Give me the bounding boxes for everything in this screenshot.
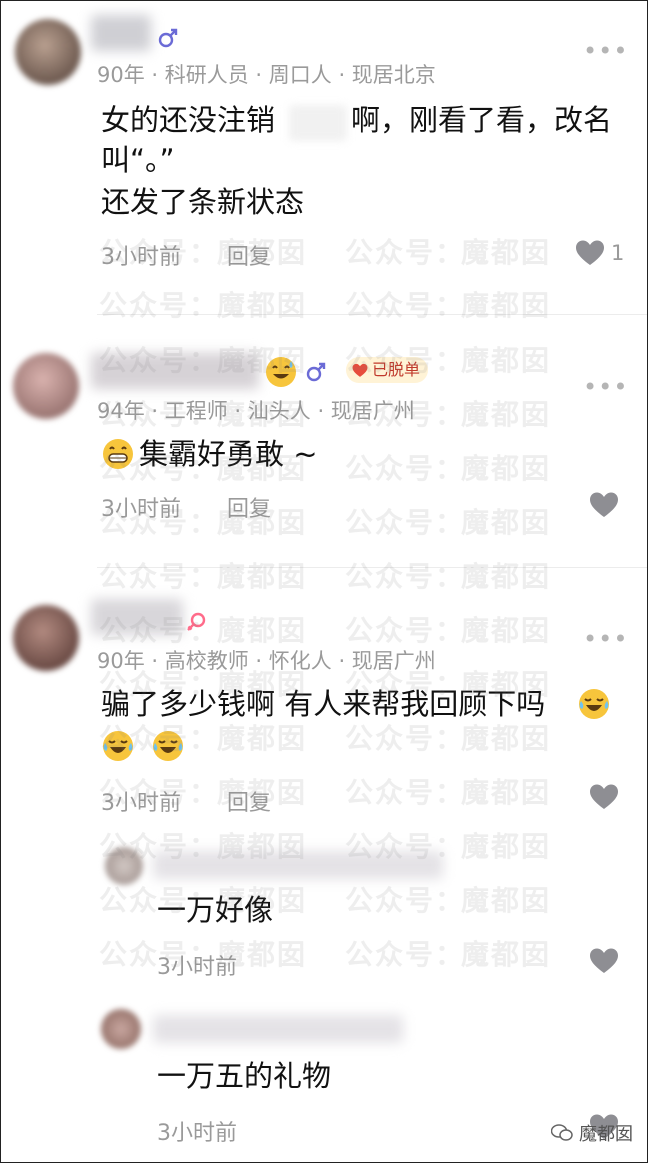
comment-text: 骗了多少钱啊 有人来帮我回顾下吗: [101, 687, 546, 721]
status-badge-label: 已脱单: [372, 360, 421, 379]
grin-emoji-icon: [103, 439, 133, 469]
watermark-text: 魔都囡: [461, 452, 552, 485]
timestamp: 3小时前: [101, 791, 181, 816]
reply-button[interactable]: 回复: [227, 239, 271, 271]
like-count: 1: [611, 241, 625, 265]
comment-text: 还发了条新状态: [101, 185, 305, 219]
avatar[interactable]: [105, 847, 143, 885]
watermark-text: 魔都囡: [461, 344, 552, 377]
more-options-button[interactable]: •••: [583, 37, 628, 65]
laugh-cry-emoji-icon: [103, 731, 133, 761]
watermark-text: 公众号：: [99, 289, 220, 322]
watermark-text: 公众号：: [99, 560, 220, 593]
username-redacted[interactable]: [153, 851, 443, 879]
heart-icon[interactable]: [589, 783, 619, 811]
avatar[interactable]: [13, 605, 79, 671]
timestamp: 3小时前: [101, 497, 181, 522]
watermark-text: 魔都囡: [217, 560, 308, 593]
watermark-text: 魔都囡: [461, 560, 552, 593]
brand-logo: 魔都囡: [551, 1120, 633, 1146]
heart-icon[interactable]: [589, 947, 619, 975]
reply-text: 一万五的礼物: [157, 1059, 332, 1093]
comment-text: 啊，刚看了看，改名: [351, 103, 613, 137]
comment-text: 集霸好勇敢 ~: [139, 437, 318, 471]
watermark-text: 魔都囡: [217, 614, 308, 647]
user-meta: 94年 · 工程师 · 汕头人 · 现居广州: [97, 399, 415, 423]
watermark-text: 魔都囡: [461, 398, 552, 431]
comment-text: 叫“。”: [101, 143, 175, 177]
comment-list: ••• 90年 · 科研人员 · 周口人 · 现居北京 女的还没注销 啊，刚看了…: [0, 0, 648, 1163]
more-options-button[interactable]: •••: [583, 625, 628, 653]
user-meta: 90年 · 高校教师 · 怀化人 · 现居广州: [97, 649, 436, 673]
heart-icon[interactable]: [575, 239, 605, 267]
username-redacted[interactable]: [153, 1015, 403, 1043]
comment-text: 女的还没注销: [101, 103, 276, 137]
avatar[interactable]: [15, 19, 81, 85]
divider: [97, 314, 647, 315]
brand-name: 魔都囡: [579, 1124, 633, 1145]
username-redacted[interactable]: [91, 353, 259, 389]
watermark-text: 魔都囡: [461, 614, 552, 647]
watermark-text: 公众号：: [345, 560, 466, 593]
wechat-icon: [551, 1124, 573, 1141]
sweat-smile-emoji-icon: [266, 357, 296, 387]
watermark-text: 魔都囡: [461, 289, 552, 322]
watermark-text: 公众号：: [345, 938, 466, 971]
more-options-button[interactable]: •••: [583, 373, 628, 401]
laugh-cry-emoji-icon: [579, 689, 609, 719]
laugh-cry-emoji-icon: [153, 731, 183, 761]
timestamp: 3小时前: [101, 245, 181, 270]
timestamp: 3小时前: [157, 1121, 237, 1146]
status-badge: 已脱单: [346, 357, 429, 383]
redacted-text: [289, 105, 347, 141]
username-redacted[interactable]: [91, 599, 183, 635]
watermark-text: 魔都囡: [461, 938, 552, 971]
male-icon: [158, 28, 178, 48]
watermark-text: 魔都囡: [461, 830, 552, 863]
avatar[interactable]: [13, 353, 79, 419]
user-meta: 90年 · 科研人员 · 周口人 · 现居北京: [97, 63, 436, 87]
timestamp: 3小时前: [157, 955, 237, 980]
watermark-text: 魔都囡: [461, 884, 552, 917]
watermark-text: 魔都囡: [461, 506, 552, 539]
divider: [97, 567, 647, 568]
heart-icon[interactable]: [589, 491, 619, 519]
avatar[interactable]: [101, 1009, 141, 1049]
watermark-text: 公众号：: [345, 452, 466, 485]
heart-badge-icon: [352, 363, 368, 377]
watermark-text: 公众号：: [345, 776, 466, 809]
watermark-text: 公众号：: [345, 884, 466, 917]
watermark-text: 公众号：: [345, 506, 466, 539]
male-icon: [306, 362, 326, 382]
watermark-text: 魔都囡: [461, 776, 552, 809]
reply-text: 一万好像: [157, 893, 274, 927]
reply-button[interactable]: 回复: [227, 491, 271, 523]
watermark-text: 公众号：: [345, 614, 466, 647]
watermark-text: 魔都囡: [217, 289, 308, 322]
watermark-text: 魔都囡: [461, 236, 552, 269]
watermark-text: 公众号：: [345, 289, 466, 322]
username-redacted[interactable]: [91, 15, 151, 51]
female-icon: [187, 612, 206, 631]
watermark-text: 公众号：: [345, 236, 466, 269]
reply-button[interactable]: 回复: [227, 785, 271, 817]
